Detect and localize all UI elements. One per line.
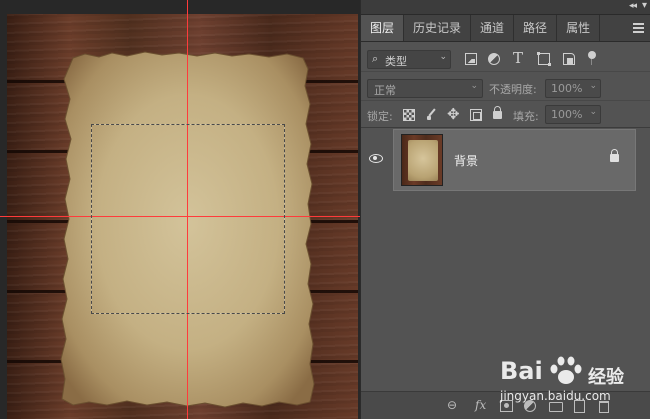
filter-kind-label: 类型 — [385, 55, 407, 68]
fill-field[interactable]: 100% ⌄ — [545, 105, 601, 124]
opacity-value: 100% — [551, 82, 583, 95]
lock-label: 锁定: — [367, 110, 393, 123]
lock-transparent-pixels-icon[interactable] — [403, 109, 415, 121]
filter-kind-select[interactable]: ⌕ 类型 ⌄ — [367, 50, 451, 69]
fill-label: 填充: — [513, 110, 539, 123]
blend-mode-select[interactable]: 正常 ⌄ — [367, 79, 483, 98]
fill-value: 100% — [551, 108, 583, 121]
lock-position-icon[interactable]: ✥ — [447, 105, 460, 123]
lock-icon[interactable] — [610, 149, 619, 162]
folder-icon[interactable] — [549, 402, 563, 412]
adjustment-icon[interactable] — [524, 400, 536, 412]
tab-layers[interactable]: 图层 — [361, 15, 405, 41]
lock-artboard-icon[interactable] — [470, 109, 482, 121]
layer-filter-row: ⌕ 类型 ⌄ T — [361, 46, 650, 72]
blend-row: 正常 ⌄ 不透明度: 100% ⌄ — [361, 75, 650, 101]
adjustment-filter-icon[interactable] — [488, 53, 500, 65]
panel-menu-icon[interactable] — [633, 23, 644, 33]
eye-icon[interactable] — [369, 154, 383, 163]
layer-row-background[interactable]: 背景 — [393, 129, 636, 191]
fx-icon[interactable]: fx — [475, 398, 486, 412]
selection-marquee[interactable] — [91, 124, 285, 314]
shape-filter-icon[interactable] — [537, 52, 551, 66]
tab-paths[interactable]: 路径 — [514, 15, 558, 41]
blend-mode-value: 正常 — [374, 84, 396, 97]
lock-all-icon[interactable] — [493, 106, 502, 119]
tab-channels[interactable]: 通道 — [471, 15, 515, 41]
collapse-panel-icon[interactable]: ◂◂ — [629, 1, 637, 11]
opacity-label: 不透明度: — [489, 83, 537, 96]
lock-image-pixels-icon[interactable] — [426, 109, 438, 121]
link-icon[interactable]: ⊖ — [447, 398, 457, 412]
panel-bottom-bar: ⊖ fx — [361, 391, 650, 419]
tab-history[interactable]: 历史记录 — [404, 15, 472, 41]
chevron-down-icon: ⌄ — [439, 52, 447, 62]
panel-close-icon[interactable]: ▾ — [642, 0, 647, 11]
trash-icon[interactable] — [599, 401, 609, 413]
layer-name: 背景 — [454, 154, 479, 168]
chevron-down-icon: ⌄ — [589, 81, 597, 91]
search-icon: ⌕ — [372, 52, 379, 65]
new-layer-icon[interactable] — [574, 400, 585, 413]
type-filter-icon[interactable]: T — [513, 49, 523, 67]
chevron-down-icon: ⌄ — [589, 107, 597, 117]
layers-panel: ◂◂ ▾ 图层 历史记录 通道 路径 属性 ⌕ 类型 ⌄ T 正常 ⌄ 不透明度… — [360, 0, 650, 419]
mask-icon[interactable] — [500, 400, 513, 412]
opacity-field[interactable]: 100% ⌄ — [545, 79, 601, 98]
chevron-down-icon: ⌄ — [470, 81, 478, 91]
filter-toggle-icon[interactable] — [588, 51, 596, 65]
canvas-area[interactable] — [0, 0, 360, 419]
tab-properties[interactable]: 属性 — [557, 15, 601, 41]
layer-thumbnail — [401, 134, 443, 186]
smart-object-filter-icon[interactable] — [563, 53, 575, 65]
pixel-filter-icon[interactable] — [465, 53, 477, 65]
lock-row: 锁定: ✥ 填充: 100% ⌄ — [361, 101, 650, 128]
panel-title-bar: ◂◂ ▾ — [361, 0, 650, 15]
panel-tabs: 图层 历史记录 通道 路径 属性 — [361, 15, 650, 42]
